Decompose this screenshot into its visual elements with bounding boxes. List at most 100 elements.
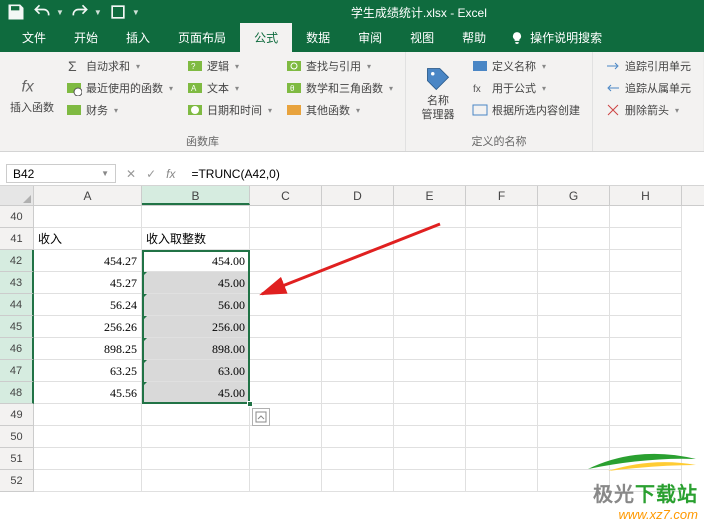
autofill-options-button[interactable] [252,408,270,426]
cell[interactable] [466,382,538,404]
cell[interactable] [538,228,610,250]
lookup-button[interactable]: 查找与引用▾ [282,56,397,76]
cell[interactable] [466,470,538,492]
undo-icon[interactable] [32,2,52,22]
row-header[interactable]: 50 [0,426,34,448]
trace-dependents-button[interactable]: 追踪从属单元 [601,78,695,98]
col-header-e[interactable]: E [394,186,466,205]
cell[interactable] [322,382,394,404]
cell[interactable] [142,206,250,228]
datetime-button[interactable]: 日期和时间▾ [183,100,276,120]
cell[interactable] [250,206,322,228]
formula-bar[interactable]: =TRUNC(A42,0) [185,162,704,185]
cancel-icon[interactable]: ✕ [126,167,136,181]
cell[interactable] [466,206,538,228]
cell[interactable] [466,250,538,272]
row-header[interactable]: 52 [0,470,34,492]
cell[interactable] [142,404,250,426]
qat-customize[interactable]: ▼ [132,8,140,17]
trace-precedents-button[interactable]: 追踪引用单元 [601,56,695,76]
cell[interactable] [142,470,250,492]
cell[interactable] [322,206,394,228]
cell[interactable] [466,404,538,426]
tab-data[interactable]: 数据 [292,23,344,52]
cell[interactable]: 898.25 [34,338,142,360]
cell[interactable] [322,448,394,470]
autosum-button[interactable]: Σ自动求和▾ [62,56,177,76]
tab-formulas[interactable]: 公式 [240,23,292,52]
cell[interactable] [250,360,322,382]
cell[interactable] [394,338,466,360]
select-all-corner[interactable] [0,186,34,205]
remove-arrows-button[interactable]: 删除箭头▾ [601,100,695,120]
cell[interactable] [322,228,394,250]
cell[interactable] [394,404,466,426]
cell[interactable] [394,294,466,316]
cell[interactable] [34,470,142,492]
namebox-dropdown-icon[interactable]: ▼ [101,169,109,178]
row-header[interactable]: 48 [0,382,34,404]
cell[interactable] [610,206,682,228]
cell[interactable] [466,294,538,316]
cell[interactable]: 63.25 [34,360,142,382]
row-header[interactable]: 43 [0,272,34,294]
math-button[interactable]: θ数学和三角函数▾ [282,78,397,98]
cell[interactable] [394,316,466,338]
cell[interactable] [322,294,394,316]
fx-icon[interactable]: fx [166,167,175,181]
grid-body[interactable]: 4041收入收入取整数42454.27454.004345.2745.00445… [0,206,704,492]
cell[interactable]: 45.00 [142,382,250,404]
tab-view[interactable]: 视图 [396,23,448,52]
cell[interactable]: 256.26 [34,316,142,338]
cell[interactable] [142,426,250,448]
cell[interactable]: 45.27 [34,272,142,294]
cell[interactable]: 收入取整数 [142,228,250,250]
cell[interactable] [394,382,466,404]
col-header-a[interactable]: A [34,186,142,205]
col-header-c[interactable]: C [250,186,322,205]
tab-home[interactable]: 开始 [60,23,112,52]
redo-dropdown[interactable]: ▼ [94,8,102,17]
cell[interactable] [538,382,610,404]
cell[interactable] [538,316,610,338]
cell[interactable]: 56.00 [142,294,250,316]
cell[interactable] [610,338,682,360]
tell-me-search[interactable]: 操作说明搜索 [500,23,612,52]
row-header[interactable]: 49 [0,404,34,426]
cell[interactable] [34,448,142,470]
row-header[interactable]: 45 [0,316,34,338]
cell[interactable]: 收入 [34,228,142,250]
cell[interactable] [394,250,466,272]
logical-button[interactable]: ?逻辑▾ [183,56,276,76]
cell[interactable] [250,316,322,338]
row-header[interactable]: 46 [0,338,34,360]
col-header-h[interactable]: H [610,186,682,205]
cell[interactable] [322,426,394,448]
cell[interactable] [538,250,610,272]
cell[interactable] [538,206,610,228]
cell[interactable] [610,360,682,382]
tab-file[interactable]: 文件 [8,23,60,52]
cell[interactable] [250,338,322,360]
cell[interactable] [610,294,682,316]
row-header[interactable]: 42 [0,250,34,272]
row-header[interactable]: 40 [0,206,34,228]
cell[interactable] [466,338,538,360]
cell[interactable]: 56.24 [34,294,142,316]
tab-help[interactable]: 帮助 [448,23,500,52]
text-button[interactable]: A文本▾ [183,78,276,98]
cell[interactable] [610,228,682,250]
cell[interactable]: 454.00 [142,250,250,272]
col-header-d[interactable]: D [322,186,394,205]
redo-icon[interactable] [70,2,90,22]
row-header[interactable]: 51 [0,448,34,470]
cell[interactable] [538,294,610,316]
save-icon[interactable] [6,2,26,22]
cell[interactable] [610,316,682,338]
col-header-g[interactable]: G [538,186,610,205]
cell[interactable] [34,426,142,448]
recent-functions-button[interactable]: 最近使用的函数▾ [62,78,177,98]
cell[interactable] [466,360,538,382]
use-in-formula-button[interactable]: fx用于公式▾ [468,78,584,98]
row-header[interactable]: 44 [0,294,34,316]
